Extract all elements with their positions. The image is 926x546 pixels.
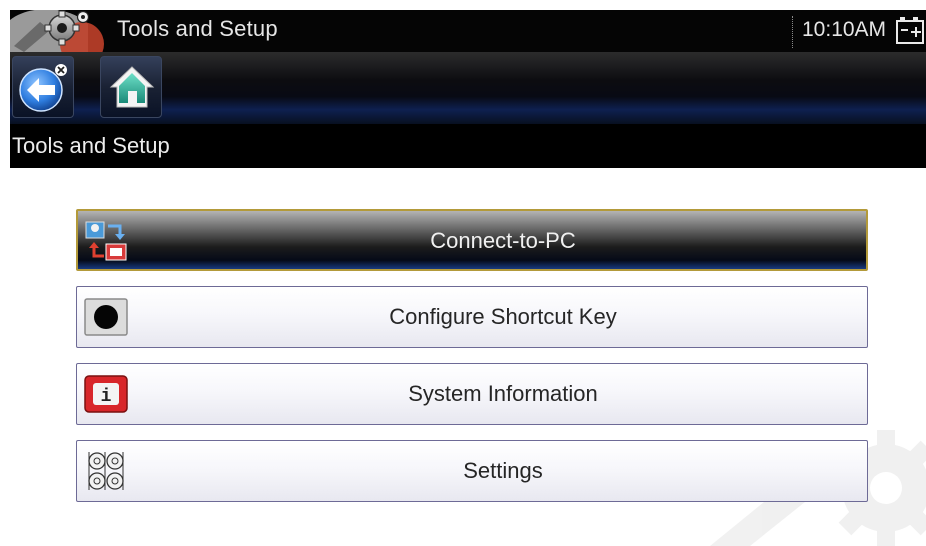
menu-item-connect-to-pc[interactable]: Connect-to-PC xyxy=(76,209,868,271)
page-title: Tools and Setup xyxy=(12,133,170,158)
breadcrumb: Tools and Setup xyxy=(10,124,926,168)
battery-charging-icon xyxy=(896,16,926,46)
menu-item-configure-shortcut-key[interactable]: Configure Shortcut Key xyxy=(76,286,868,348)
menu-item-label: Configure Shortcut Key xyxy=(389,304,617,329)
home-icon xyxy=(109,66,155,108)
menu-item-settings[interactable]: Settings xyxy=(76,440,868,502)
toolbar xyxy=(10,52,926,124)
app-title: Tools and Setup xyxy=(117,16,278,41)
back-button[interactable] xyxy=(12,56,74,118)
menu-item-label: System Information xyxy=(408,381,598,406)
back-arrow-icon xyxy=(19,64,67,112)
menu-item-label: Settings xyxy=(463,458,543,483)
menu-item-system-information[interactable]: i System Information xyxy=(76,363,868,425)
clock: 10:10AM xyxy=(792,16,886,48)
title-bar: Tools and Setup 10:10AM xyxy=(10,10,926,52)
gear-icon xyxy=(10,10,110,52)
menu-item-label: Connect-to-PC xyxy=(430,228,576,253)
home-button[interactable] xyxy=(100,56,162,118)
